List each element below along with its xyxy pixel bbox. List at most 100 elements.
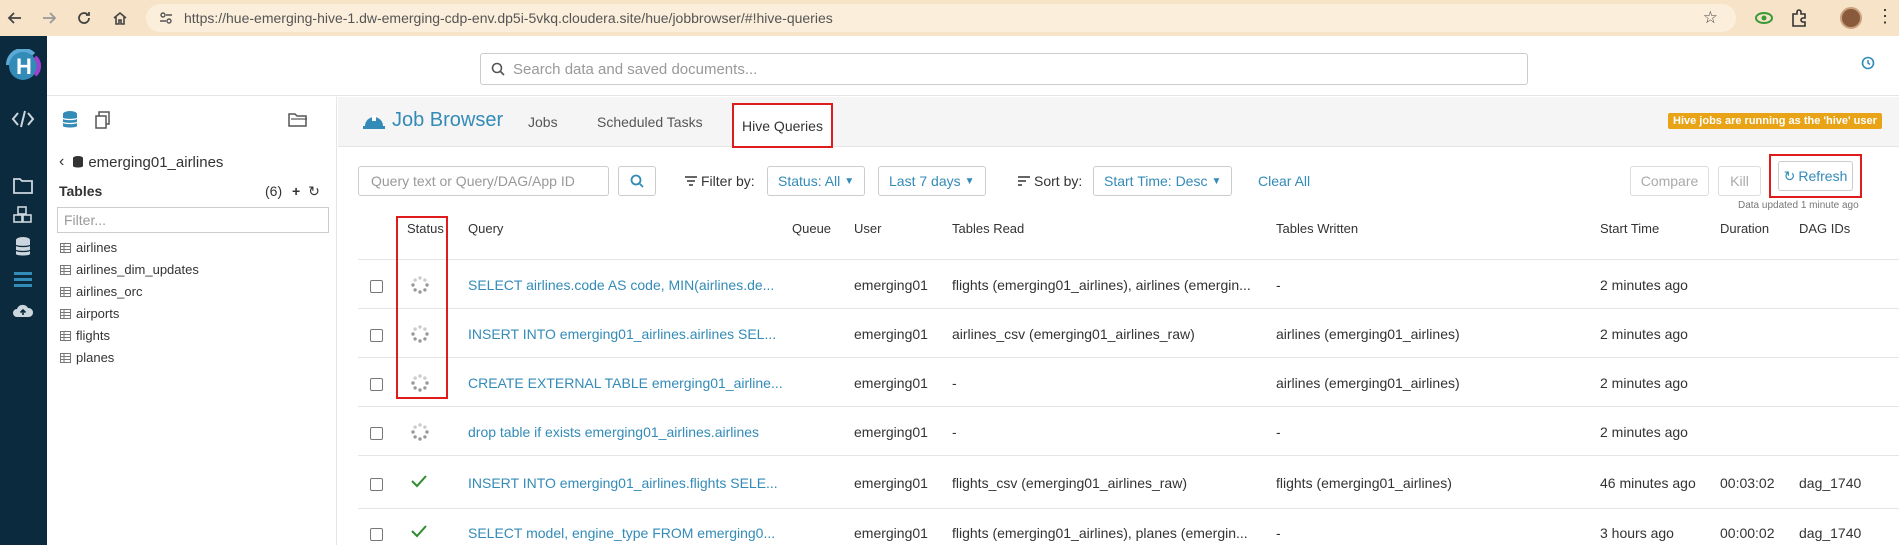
- column-header-user[interactable]: User: [854, 221, 881, 236]
- query-search-input[interactable]: Query text or Query/DAG/App ID: [358, 166, 609, 196]
- tab-scheduled-tasks[interactable]: Scheduled Tasks: [597, 114, 703, 130]
- back-icon[interactable]: [0, 3, 30, 33]
- data-updated-text: Data updated 1 minute ago: [1738, 200, 1859, 211]
- url-text: https://hue-emerging-hive-1.dw-emerging-…: [184, 10, 833, 26]
- table-item[interactable]: airlines_dim_updates: [60, 262, 199, 277]
- tab-jobs[interactable]: Jobs: [528, 114, 558, 130]
- row-checkbox[interactable]: [370, 329, 383, 342]
- assist-panel: ‹ emerging01_airlines Tables (6) + ↻ Fil…: [47, 97, 337, 545]
- add-table-icon[interactable]: +: [292, 183, 300, 199]
- column-header-tables-read[interactable]: Tables Read: [952, 221, 1024, 236]
- job-browser-header: Job Browser Jobs Scheduled Tasks Hive Qu…: [338, 97, 1899, 148]
- job-browser-main: Job Browser Jobs Scheduled Tasks Hive Qu…: [338, 97, 1899, 545]
- database-icon[interactable]: [10, 234, 36, 260]
- table-item[interactable]: planes: [60, 350, 114, 365]
- sql-database-icon[interactable]: [61, 110, 79, 130]
- tab-hive-queries[interactable]: Hive Queries: [732, 103, 833, 148]
- reload-icon[interactable]: [69, 3, 99, 33]
- svg-text:H: H: [16, 54, 32, 79]
- table-row[interactable]: CREATE EXTERNAL TABLE emerging01_airline…: [358, 357, 1899, 406]
- table-item[interactable]: airlines_orc: [60, 284, 142, 299]
- extensions-puzzle-icon[interactable]: [1789, 8, 1809, 28]
- browser-menu-icon[interactable]: ⋮: [1876, 6, 1894, 27]
- row-checkbox[interactable]: [370, 427, 383, 440]
- row-tables-written: airlines (emerging01_airlines): [1276, 375, 1460, 391]
- row-start-time: 2 minutes ago: [1600, 277, 1688, 293]
- chevron-left-icon[interactable]: ‹: [59, 153, 64, 171]
- hive-user-badge: Hive jobs are running as the 'hive' user: [1668, 113, 1882, 129]
- row-query-link[interactable]: SELECT airlines.code AS code, MIN(airlin…: [468, 277, 774, 293]
- row-checkbox[interactable]: [370, 378, 383, 391]
- global-search-input[interactable]: Search data and saved documents...: [480, 53, 1528, 85]
- row-checkbox[interactable]: [370, 478, 383, 491]
- row-start-time: 3 hours ago: [1600, 525, 1674, 541]
- search-icon: [491, 62, 505, 76]
- table-row[interactable]: SELECT airlines.code AS code, MIN(airlin…: [358, 259, 1899, 308]
- column-header-dag-ids[interactable]: DAG IDs: [1799, 221, 1850, 236]
- row-checkbox[interactable]: [370, 528, 383, 541]
- status-filter-dropdown[interactable]: Status: All ▼: [767, 166, 866, 196]
- check-icon: [411, 475, 427, 488]
- column-header-query[interactable]: Query: [468, 221, 503, 236]
- table-item[interactable]: airports: [60, 306, 119, 321]
- left-navigation: H: [0, 36, 47, 545]
- table-row[interactable]: drop table if exists emerging01_airlines…: [358, 406, 1899, 455]
- table-row[interactable]: INSERT INTO emerging01_airlines.flights …: [358, 455, 1899, 508]
- forward-icon[interactable]: [34, 3, 64, 33]
- table-grid-icon: [60, 308, 71, 319]
- hue-logo[interactable]: H: [0, 36, 47, 96]
- kill-button[interactable]: Kill: [1718, 166, 1761, 196]
- row-query-link[interactable]: INSERT INTO emerging01_airlines.airlines…: [468, 326, 776, 342]
- column-header-queue[interactable]: Queue: [792, 221, 831, 236]
- cloud-upload-icon[interactable]: [10, 298, 36, 324]
- job-browser-icon[interactable]: [10, 266, 36, 292]
- row-dag-id[interactable]: dag_1740: [1799, 525, 1861, 541]
- database-name: emerging01_airlines: [88, 153, 224, 171]
- home-icon[interactable]: [105, 3, 135, 33]
- table-item[interactable]: airlines: [60, 240, 117, 255]
- column-header-tables-written[interactable]: Tables Written: [1276, 221, 1358, 236]
- bookmark-star-icon[interactable]: ☆: [1703, 8, 1718, 28]
- row-query-link[interactable]: CREATE EXTERNAL TABLE emerging01_airline…: [468, 375, 783, 391]
- row-tables-written: airlines (emerging01_airlines): [1276, 326, 1460, 342]
- query-search-button[interactable]: [618, 166, 656, 196]
- documents-icon[interactable]: [93, 110, 113, 130]
- folder-open-icon[interactable]: [287, 111, 309, 129]
- table-row[interactable]: INSERT INTO emerging01_airlines.airlines…: [358, 308, 1899, 357]
- files-icon[interactable]: [10, 172, 36, 198]
- global-search-bar: Search data and saved documents...: [47, 36, 1899, 96]
- clear-all-link[interactable]: Clear All: [1258, 173, 1310, 189]
- check-icon: [411, 525, 427, 538]
- row-query-link[interactable]: INSERT INTO emerging01_airlines.flights …: [468, 475, 778, 491]
- history-icon[interactable]: [1861, 56, 1875, 74]
- table-grid-icon: [60, 352, 71, 363]
- table-item[interactable]: flights: [60, 328, 110, 343]
- row-dag-id[interactable]: dag_1740: [1799, 475, 1861, 491]
- address-bar[interactable]: https://hue-emerging-hive-1.dw-emerging-…: [146, 4, 1736, 32]
- refresh-button[interactable]: ↻ Refresh: [1778, 161, 1853, 191]
- time-filter-dropdown[interactable]: Last 7 days ▼: [878, 166, 986, 196]
- query-toolbar: Query text or Query/DAG/App ID Filter by…: [338, 147, 1899, 211]
- table-filter-input[interactable]: Filter...: [57, 207, 329, 233]
- cubes-icon[interactable]: [10, 202, 36, 228]
- compare-button[interactable]: Compare: [1630, 166, 1709, 196]
- column-header-duration[interactable]: Duration: [1720, 221, 1769, 236]
- row-query-link[interactable]: drop table if exists emerging01_airlines…: [468, 424, 759, 440]
- editor-code-icon[interactable]: [10, 106, 36, 132]
- refresh-tables-icon[interactable]: ↻: [308, 183, 320, 199]
- profile-avatar[interactable]: [1840, 7, 1862, 29]
- row-start-time: 46 minutes ago: [1600, 475, 1696, 491]
- status-highlight: [396, 216, 448, 399]
- table-row[interactable]: SELECT model, engine_type FROM emerging0…: [358, 508, 1899, 545]
- column-header-start-time[interactable]: Start Time: [1600, 221, 1659, 236]
- row-checkbox[interactable]: [370, 280, 383, 293]
- row-user: emerging01: [854, 475, 928, 491]
- sort-dropdown[interactable]: Start Time: Desc ▼: [1093, 166, 1233, 196]
- database-breadcrumb[interactable]: ‹ emerging01_airlines: [59, 153, 223, 171]
- site-info-icon[interactable]: [158, 10, 174, 26]
- row-query-link[interactable]: SELECT model, engine_type FROM emerging0…: [468, 525, 775, 541]
- table-grid-icon: [60, 242, 71, 253]
- refresh-icon: ↻: [1783, 167, 1796, 184]
- caret-down-icon: ▼: [844, 175, 855, 187]
- extension-eye-icon[interactable]: [1754, 8, 1774, 28]
